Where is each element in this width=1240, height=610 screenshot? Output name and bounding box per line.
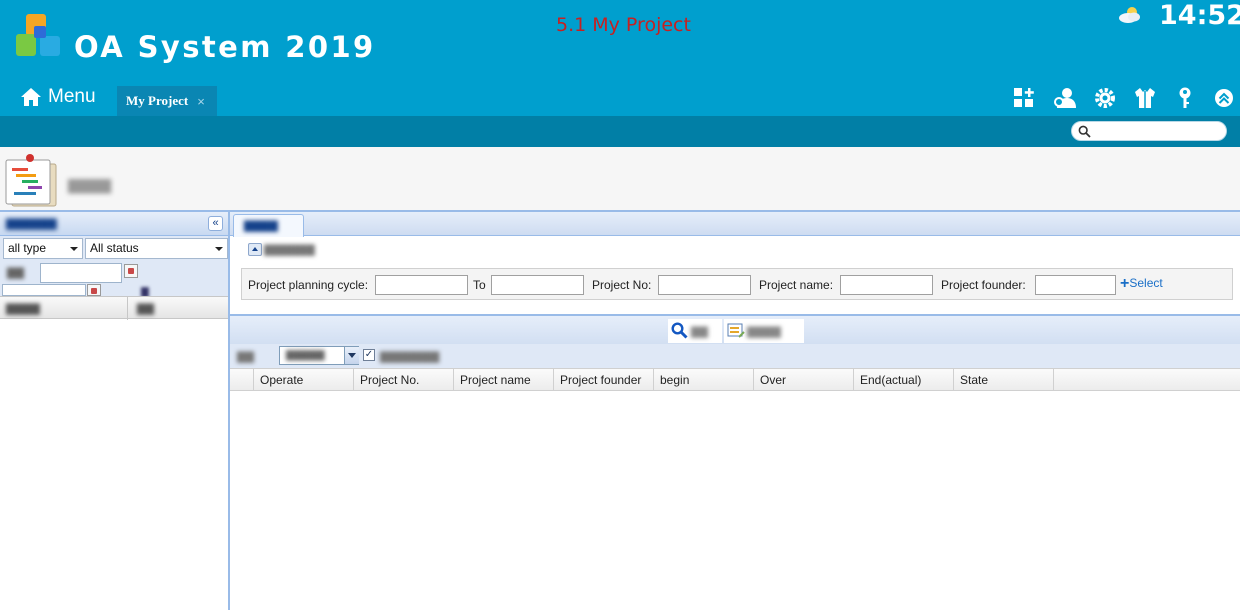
app-logo-icon [16,14,60,56]
module-banner: ▇▇▇▇ [0,147,1240,210]
planning-cycle-label: Project planning cycle: [248,278,369,292]
gear-icon[interactable] [1093,86,1117,110]
project-search-form: Project planning cycle: To Project No: P… [241,268,1233,300]
export-button[interactable]: ▇▇▇▇ [724,319,804,343]
plus-icon: + [1120,275,1130,292]
export-button-label-blurred: ▇▇▇▇ [747,326,781,338]
project-grid-header: Operate Project No. Project name Project… [230,368,1240,391]
magnifier-icon [671,322,688,339]
project-clipboard-icon [5,154,57,207]
column-begin[interactable]: begin [654,369,754,391]
project-name-input[interactable] [840,275,933,295]
planning-cycle-start-input[interactable] [375,275,468,295]
select-founder-link[interactable]: +Select [1120,275,1163,293]
menu-label: Menu [48,86,96,107]
planning-cycle-end-input[interactable] [491,275,584,295]
calendar-icon[interactable] [87,284,101,296]
grid-toolbar: ▇▇ ▇▇▇▇ [230,314,1240,344]
key-icon[interactable] [1173,86,1197,110]
close-icon[interactable]: × [197,94,205,109]
date-label-blurred: ▇▇ [7,267,24,279]
clock: 14:52 [1159,0,1240,31]
view-select-value-blurred: ▇▇▇▇▇ [286,350,325,361]
project-no-label: Project No: [592,278,652,292]
search-button[interactable]: ▇▇ [668,319,722,343]
global-search-input[interactable] [1094,124,1220,138]
partly-cloudy-icon [1119,7,1140,23]
search-icon [1078,125,1091,138]
global-search-box[interactable] [1071,121,1227,141]
column-over[interactable]: Over [754,369,854,391]
select-link-label: Select [1129,276,1163,290]
column-project-name[interactable]: Project name [454,369,554,391]
view-label-blurred: ▇▇ [237,351,254,363]
chevron-down-icon [70,247,78,251]
left-column-header-blurred: ▇▇▇▇ [6,303,40,315]
row-number-column [230,369,254,391]
menu-button[interactable]: Menu [20,82,96,112]
left-filter-panel: ▇▇▇▇▇▇ « all type All status ▇▇ ▇ ▇▇▇▇ ▇… [0,210,230,610]
status-select[interactable]: All status [85,238,228,259]
collapse-panel-button[interactable]: « [208,216,223,231]
start-date-input[interactable] [40,263,122,283]
user-settings-icon[interactable] [1053,86,1077,110]
type-select[interactable]: all type [3,238,83,259]
page-heading: 5.1 My Project [556,14,691,36]
column-project-no[interactable]: Project No. [354,369,454,391]
left-filter-area: all type All status ▇▇ ▇ [0,236,228,298]
project-founder-label: Project founder: [941,278,1026,292]
column-state[interactable]: State [954,369,1054,391]
type-select-value: all type [8,241,47,255]
chevron-down-icon [215,247,223,251]
calendar-icon[interactable] [124,264,138,278]
left-panel-header: ▇▇▇▇▇▇ « [0,210,228,236]
project-name-label: Project name: [759,278,834,292]
project-founder-input[interactable] [1035,275,1116,295]
shirt-icon[interactable] [1133,86,1157,110]
show-option-checkbox[interactable]: ✓ [363,349,375,361]
export-icon [727,323,745,338]
to-label: To [473,278,486,292]
tab-my-project[interactable]: My Project × [117,86,217,116]
view-select[interactable]: ▇▇▇▇▇ [279,346,359,365]
add-widget-icon[interactable] [1012,86,1036,110]
search-button-label-blurred: ▇▇ [691,326,708,338]
tab-label-blurred: ▇▇▇▇ [244,220,278,232]
column-divider [127,297,128,320]
right-tab-strip: ▇▇▇▇ [230,210,1240,237]
project-main-panel: ▇▇▇▇ ▇▇▇▇▇▇ Project planning cycle: To P… [230,210,1240,610]
tab-label: My Project [126,93,189,108]
show-option-label-blurred: ▇▇▇▇▇▇▇ [380,351,440,363]
left-panel-title-blurred: ▇▇▇▇▇▇ [6,218,57,230]
app-title: OA System 2019 [74,30,376,64]
project-no-input[interactable] [658,275,751,295]
search-section-label-blurred: ▇▇▇▇▇▇ [264,244,315,256]
left-column-header-blurred: ▇▇ [137,303,154,315]
status-select-value: All status [90,241,139,255]
sub-toolbar [0,116,1240,147]
chevron-down-icon[interactable] [344,347,359,364]
end-date-input[interactable] [2,284,86,296]
column-end-actual[interactable]: End(actual) [854,369,954,391]
tab-project-list[interactable]: ▇▇▇▇ [233,214,304,237]
column-operate[interactable]: Operate [254,369,354,391]
left-grid-header: ▇▇▇▇ ▇▇ [0,296,228,320]
app-header: OA System 2019 5.1 My Project 14:52 Menu… [0,0,1240,116]
column-project-founder[interactable]: Project founder [554,369,654,391]
view-options-row: ▇▇ ▇▇▇▇▇ ✓ ▇▇▇▇▇▇▇ [230,344,1240,368]
home-icon [21,88,41,106]
module-title-blurred: ▇▇▇▇ [68,177,112,193]
collapse-search-button[interactable] [248,243,262,256]
collapse-up-icon[interactable] [1212,86,1236,110]
